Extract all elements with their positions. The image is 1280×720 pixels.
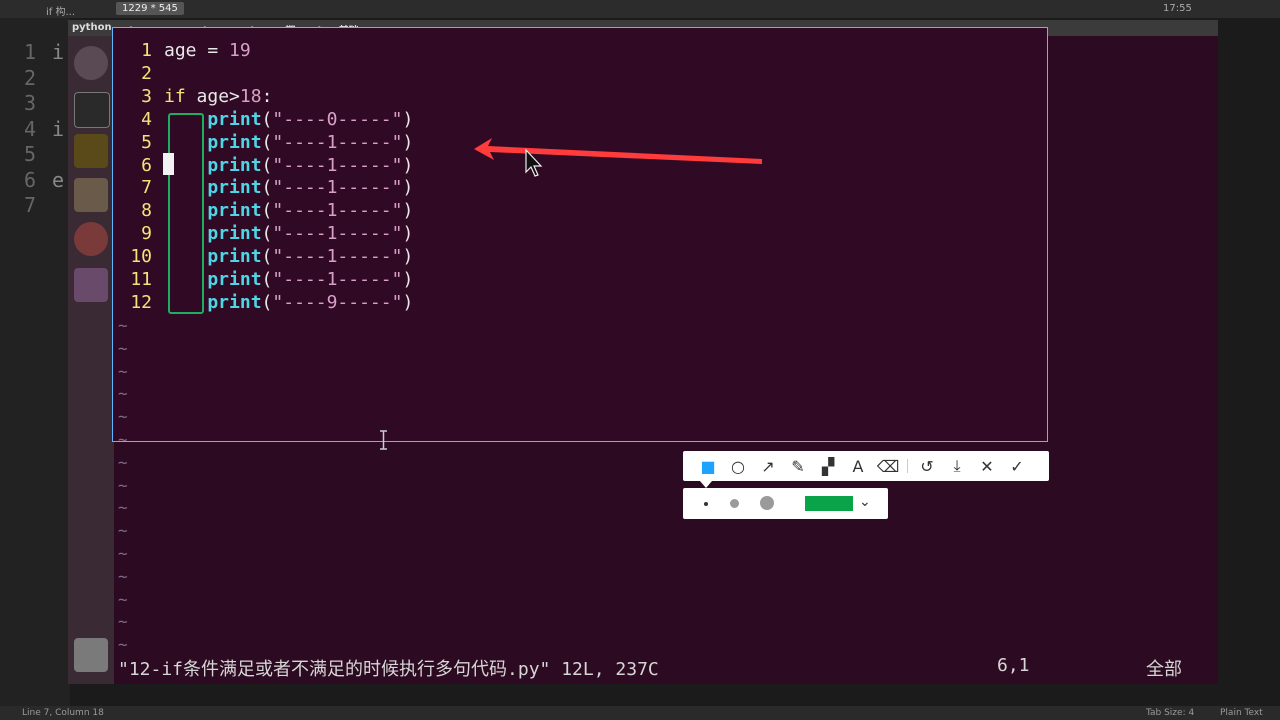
brush-options-bar: ⌄	[683, 488, 888, 519]
brush-size-medium[interactable]	[730, 499, 739, 508]
brush-size-small[interactable]	[704, 502, 708, 506]
chevron-down-icon[interactable]: ⌄	[859, 494, 871, 510]
toolbar-separator	[907, 459, 908, 473]
ibeam-cursor-icon	[380, 430, 387, 450]
close-icon[interactable]: ✕	[972, 451, 1002, 481]
eraser-icon[interactable]: ⌫	[873, 451, 903, 481]
toolbar-notch	[700, 481, 712, 488]
save-icon[interactable]: ⤓	[942, 451, 972, 481]
host-line-column: Line 7, Column 18	[22, 708, 104, 718]
vim-scroll-indicator: 全部	[1146, 659, 1182, 680]
mosaic-icon[interactable]: ▞	[813, 451, 843, 481]
screenshot-toolbar: ■ ○ ↗ ✎ ▞ A ⌫ ↺ ⤓ ✕ ✓	[683, 451, 1049, 481]
vim-cursor-position: 6,1	[997, 655, 1030, 676]
host-status-bar: Line 7, Column 18 Tab Size: 4 Plain Text	[0, 706, 1280, 720]
color-swatch[interactable]	[805, 496, 853, 511]
undo-icon[interactable]: ↺	[912, 451, 942, 481]
text-icon[interactable]: A	[843, 451, 873, 481]
host-syntax[interactable]: Plain Text	[1220, 708, 1263, 718]
rect-icon[interactable]: ■	[693, 451, 723, 481]
ellipse-icon[interactable]: ○	[723, 451, 753, 481]
pen-icon[interactable]: ✎	[783, 451, 813, 481]
arrow-shape	[474, 138, 762, 164]
host-tab-size[interactable]: Tab Size: 4	[1146, 708, 1194, 718]
vim-status-file: "12-if条件满足或者不满足的时候执行多句代码.py" 12L, 237C	[118, 659, 659, 680]
brush-size-large[interactable]	[760, 496, 774, 510]
annotation-arrow	[380, 138, 762, 450]
arrow-icon[interactable]: ↗	[753, 451, 783, 481]
confirm-icon[interactable]: ✓	[1002, 451, 1032, 481]
